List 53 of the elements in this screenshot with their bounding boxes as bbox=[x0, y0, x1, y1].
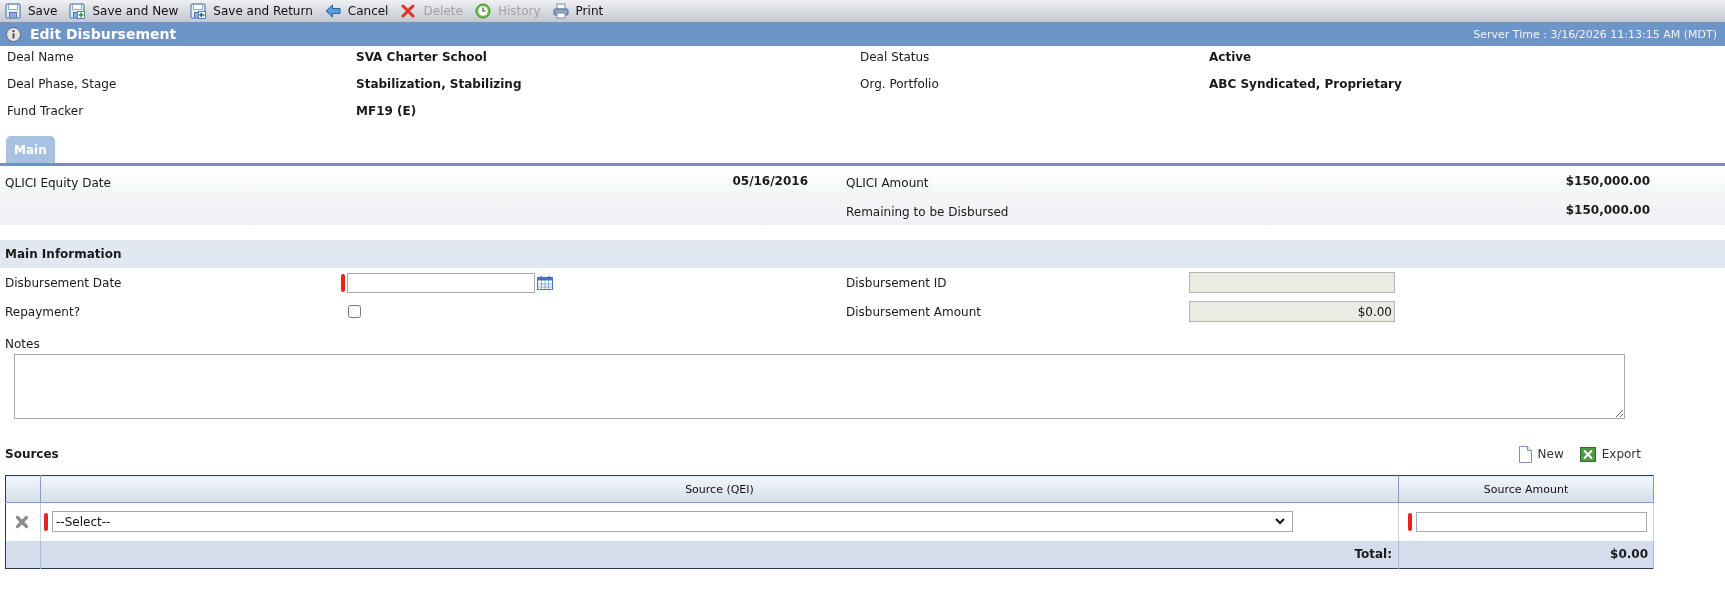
calendar-icon[interactable] bbox=[537, 275, 553, 290]
date-input[interactable] bbox=[347, 272, 535, 293]
page-title: Edit Disbursement bbox=[30, 26, 177, 42]
field-value: ABC Syndicated, Proprietary bbox=[1209, 76, 1402, 91]
section-title: Sources bbox=[5, 447, 59, 461]
total-label: Total: bbox=[1354, 547, 1392, 562]
delete-icon[interactable] bbox=[15, 514, 29, 529]
checkbox[interactable] bbox=[348, 305, 361, 318]
server-time: Server Time : 3/16/2026 11:13:15 AM (MDT) bbox=[1473, 27, 1717, 41]
field-label: Org. Portfolio bbox=[860, 76, 939, 91]
field-label: Repayment? bbox=[5, 304, 80, 319]
cancel-button[interactable]: Cancel bbox=[324, 1, 389, 21]
save-and-new-button[interactable]: Save and New bbox=[69, 1, 179, 21]
document-icon bbox=[1518, 445, 1532, 463]
cross-icon bbox=[400, 3, 417, 19]
field-label: Disbursement Amount bbox=[846, 304, 981, 319]
field-label: Deal Name bbox=[7, 49, 74, 64]
floppy-plus-icon bbox=[69, 3, 86, 19]
export-link[interactable]: Export bbox=[1579, 446, 1641, 462]
clock-icon bbox=[474, 3, 491, 19]
info-icon bbox=[6, 26, 21, 42]
column-header: Source Amount bbox=[1398, 475, 1654, 503]
field-label: Notes bbox=[5, 337, 40, 352]
field-label: Remaining to be Disbursed bbox=[846, 204, 1009, 219]
chevron-down-icon bbox=[1275, 518, 1285, 526]
field-label: Deal Status bbox=[860, 49, 930, 64]
field-value: 05/16/2016 bbox=[732, 173, 808, 188]
field-value: SVA Charter School bbox=[356, 49, 487, 64]
field-label: Disbursement Date bbox=[5, 275, 122, 290]
field-value: Active bbox=[1209, 49, 1252, 64]
print-button[interactable]: Print bbox=[552, 1, 604, 21]
save-and-return-button[interactable]: Save and Return bbox=[190, 1, 313, 21]
spreadsheet-icon bbox=[1579, 446, 1596, 462]
field-value: MF19 (E) bbox=[356, 103, 417, 118]
printer-icon bbox=[552, 3, 569, 19]
column-header bbox=[5, 475, 41, 503]
section-header: Main Information bbox=[0, 240, 1725, 268]
new-link[interactable]: New bbox=[1518, 445, 1564, 463]
amount-input[interactable] bbox=[1416, 511, 1647, 532]
field-value: $150,000.00 bbox=[1565, 203, 1650, 217]
save-button[interactable]: Save bbox=[5, 1, 58, 21]
field-label: Deal Phase, Stage bbox=[7, 76, 117, 91]
field-label: Disbursement ID bbox=[846, 275, 947, 290]
left-arrow-icon bbox=[324, 3, 341, 19]
total-value: $0.00 bbox=[1610, 547, 1648, 562]
field-value: $150,000.00 bbox=[1565, 173, 1650, 188]
field-label: QLICI Equity Date bbox=[5, 174, 111, 190]
column-header: Source (QEI) bbox=[40, 475, 1399, 503]
field-label: Fund Tracker bbox=[7, 103, 84, 118]
notes-textarea[interactable] bbox=[14, 354, 1625, 419]
field-label: QLICI Amount bbox=[846, 174, 929, 190]
field-value: Stabilization, Stabilizing bbox=[356, 76, 522, 91]
source-select[interactable]: --Select-- bbox=[52, 511, 1293, 533]
